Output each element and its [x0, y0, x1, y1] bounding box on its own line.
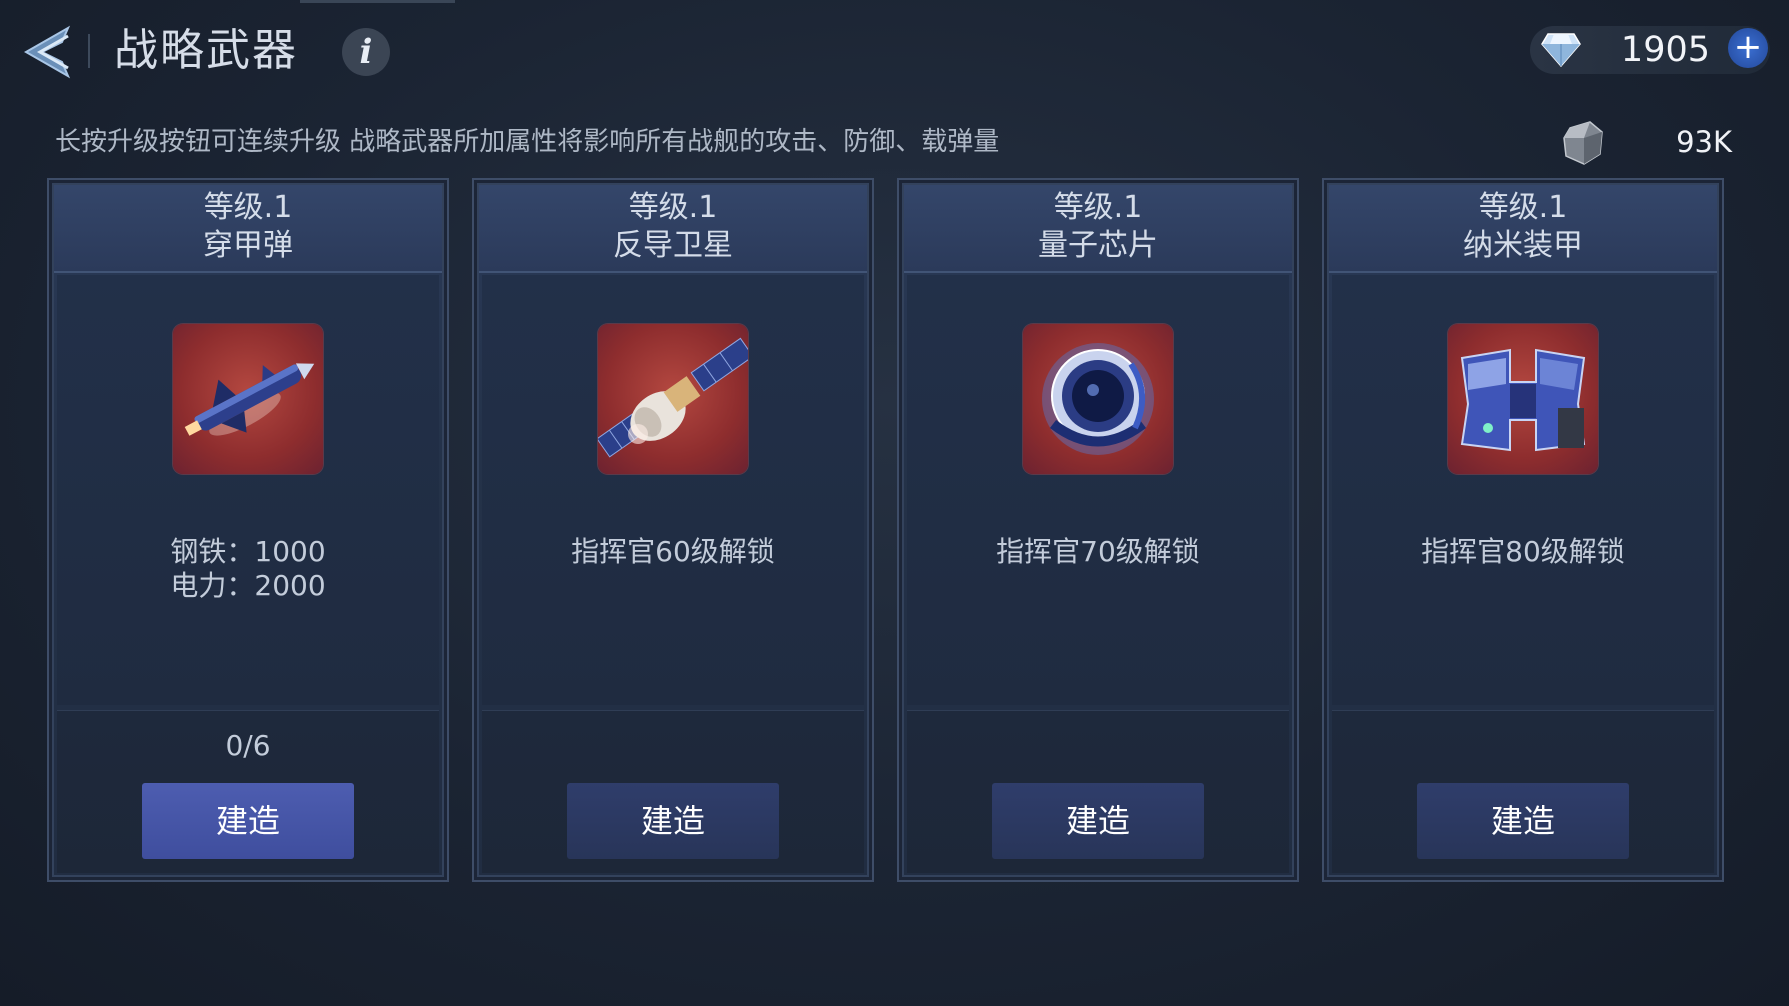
satellite-icon[interactable] — [598, 324, 748, 474]
card-name: 反导卫星 — [613, 228, 733, 263]
card-name: 穿甲弹 — [203, 228, 293, 263]
nano-armor-icon[interactable] — [1448, 324, 1598, 474]
build-button-anti-missile-satellite[interactable]: 建造 — [567, 783, 779, 859]
add-gems-button[interactable]: + — [1728, 28, 1768, 68]
build-cost: 钢铁：1000 电力：2000 — [49, 535, 447, 603]
card-level: 等级.1 — [1053, 190, 1143, 225]
gem-count: 1905 — [1620, 30, 1710, 70]
weapon-card-armor-piercing: 等级.1 穿甲弹 钢铁：1000 电力：2000 0/6 建造 — [47, 178, 449, 882]
card-level: 等级.1 — [628, 190, 718, 225]
card-level: 等级.1 — [1478, 190, 1568, 225]
card-header: 等级.1 穿甲弹 — [54, 185, 442, 273]
armor-piercing-missile-icon[interactable] — [173, 324, 323, 474]
build-button-armor-piercing[interactable]: 建造 — [142, 783, 354, 859]
page-title: 战略武器 — [114, 25, 298, 76]
ore-icon — [1563, 121, 1603, 165]
build-button-nano-armor[interactable]: 建造 — [1417, 783, 1629, 859]
card-name: 量子芯片 — [1038, 228, 1158, 263]
card-level: 等级.1 — [203, 190, 293, 225]
title-separator — [88, 34, 90, 68]
unlock-requirement: 指挥官70级解锁 — [996, 535, 1200, 568]
weapon-card-nano-armor: 等级.1 纳米装甲 指挥官80级解锁 建造 — [1322, 178, 1724, 882]
back-arrow-icon — [23, 25, 71, 79]
weapon-card-anti-missile-satellite: 等级.1 反导卫星 指挥官60级解锁 建造 — [472, 178, 874, 882]
back-button[interactable] — [18, 22, 80, 82]
card-header: 等级.1 反导卫星 — [479, 185, 867, 273]
quantum-chip-icon[interactable] — [1023, 324, 1173, 474]
weapon-card-quantum-chip: 等级.1 量子芯片 指挥官70级解锁 建造 — [897, 178, 1299, 882]
card-header: 等级.1 量子芯片 — [904, 185, 1292, 273]
card-header: 等级.1 纳米装甲 — [1329, 185, 1717, 273]
ore-count: 93K — [1676, 125, 1732, 159]
steel-cost: 钢铁：1000 — [170, 535, 326, 568]
info-button[interactable]: i — [342, 28, 390, 76]
diamond-icon — [1541, 33, 1581, 68]
unlock-requirement: 指挥官80级解锁 — [1421, 535, 1625, 568]
hint-text: 长按升级按钮可连续升级 战略武器所加属性将影响所有战舰的攻击、防御、载弹量 — [55, 127, 1000, 157]
build-button-quantum-chip[interactable]: 建造 — [992, 783, 1204, 859]
power-cost: 电力：2000 — [170, 569, 326, 602]
top-edge-line — [300, 0, 455, 3]
card-name: 纳米装甲 — [1463, 228, 1583, 263]
build-progress: 0/6 — [225, 729, 271, 762]
unlock-requirement: 指挥官60级解锁 — [571, 535, 775, 568]
